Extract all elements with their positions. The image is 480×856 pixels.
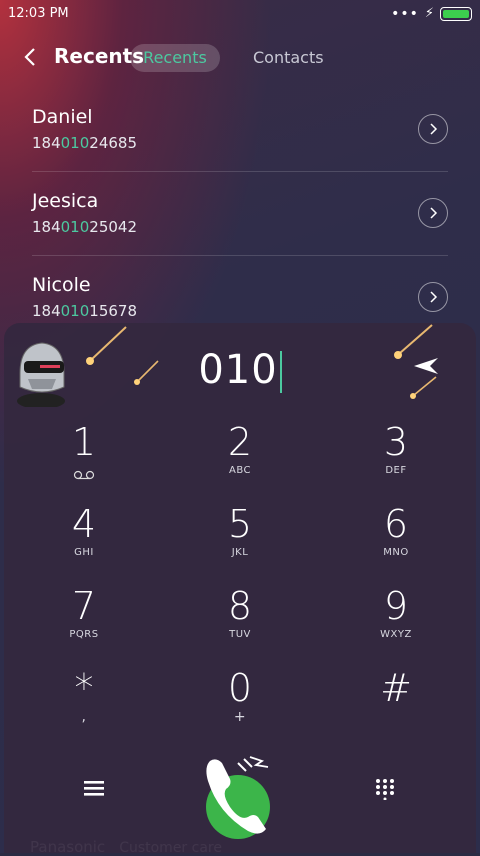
chevron-right-icon bbox=[430, 207, 438, 219]
number-prefix: 184 bbox=[32, 302, 61, 320]
key-letters: + bbox=[233, 709, 247, 725]
header: Recents Recents Contacts bbox=[0, 30, 480, 86]
contact-name: Daniel bbox=[32, 106, 93, 128]
status-bar: 12:03 PM ••• ⚡ bbox=[0, 0, 480, 28]
number-prefix: 184 bbox=[32, 134, 61, 152]
key-letters: JKL bbox=[231, 547, 249, 558]
list-item[interactable]: Jeesica 18401025042 bbox=[0, 172, 480, 256]
key-digit: * bbox=[74, 666, 94, 710]
dialpad-icon[interactable] bbox=[374, 778, 396, 800]
key-digit: 4 bbox=[71, 502, 97, 546]
dialed-number-display[interactable]: 010 bbox=[4, 347, 476, 393]
number-suffix: 15678 bbox=[89, 302, 137, 320]
key-digit: # bbox=[380, 666, 412, 710]
key-6[interactable]: 6 MNO bbox=[336, 501, 456, 581]
text-caret bbox=[279, 351, 282, 393]
details-button[interactable] bbox=[418, 282, 448, 312]
key-digit: 1 bbox=[71, 420, 97, 464]
number-suffix: 25042 bbox=[89, 218, 137, 236]
recents-list: Daniel 18401024685 Jeesica 18401025042 N… bbox=[0, 88, 480, 340]
key-5[interactable]: 5 JKL bbox=[180, 501, 300, 581]
battery-icon bbox=[440, 7, 472, 21]
details-button[interactable] bbox=[418, 198, 448, 228]
contact-number: 18401015678 bbox=[32, 302, 137, 320]
key-digit: 5 bbox=[227, 502, 253, 546]
key-8[interactable]: 8 TUV bbox=[180, 583, 300, 663]
key-letters: , bbox=[81, 709, 87, 725]
number-match: 010 bbox=[60, 218, 90, 236]
contact-name: Jeesica bbox=[32, 190, 99, 212]
key-digit: 3 bbox=[383, 420, 409, 464]
details-button[interactable] bbox=[418, 114, 448, 144]
contact-number: 18401024685 bbox=[32, 134, 137, 152]
dialed-number: 010 bbox=[198, 347, 278, 393]
key-letters: TUV bbox=[229, 629, 251, 640]
key-7[interactable]: 7 PQRS bbox=[24, 583, 144, 663]
number-prefix: 184 bbox=[32, 218, 61, 236]
key-digit: 2 bbox=[227, 420, 253, 464]
key-letters: DEF bbox=[385, 465, 407, 476]
key-digit: 0 bbox=[227, 666, 253, 710]
key-2[interactable]: 2 ABC bbox=[180, 419, 300, 499]
key-hash[interactable]: # bbox=[336, 665, 456, 745]
dialpad-panel: 010 1 2 ABC 3 DEF 4 GHI 5 JKL 6 MNO 7 PQ… bbox=[4, 323, 476, 853]
key-letters: PQRS bbox=[69, 629, 99, 640]
phone-call-icon[interactable] bbox=[200, 751, 280, 839]
number-match: 010 bbox=[60, 134, 90, 152]
key-star[interactable]: * , bbox=[24, 665, 144, 745]
key-4[interactable]: 4 GHI bbox=[24, 501, 144, 581]
number-match: 010 bbox=[60, 302, 90, 320]
status-icons: ••• ⚡ bbox=[391, 0, 472, 28]
charging-bolt-icon: ⚡ bbox=[424, 6, 434, 21]
menu-icon[interactable] bbox=[82, 778, 106, 798]
key-letters: WXYZ bbox=[380, 629, 412, 640]
signal-dots-icon: ••• bbox=[391, 6, 419, 22]
status-time: 12:03 PM bbox=[8, 6, 69, 21]
key-1[interactable]: 1 bbox=[24, 419, 144, 499]
number-suffix: 24685 bbox=[89, 134, 137, 152]
chevron-right-icon bbox=[430, 123, 438, 135]
key-letters: ABC bbox=[228, 465, 251, 476]
key-3[interactable]: 3 DEF bbox=[336, 419, 456, 499]
key-digit: 8 bbox=[227, 584, 253, 628]
tab-recents[interactable]: Recents bbox=[130, 44, 220, 72]
contact-name: Nicole bbox=[32, 274, 91, 296]
key-digit: 6 bbox=[383, 502, 409, 546]
key-digit: 7 bbox=[71, 584, 97, 628]
key-9[interactable]: 9 WXYZ bbox=[336, 583, 456, 663]
key-letters: MNO bbox=[383, 547, 409, 558]
voicemail-icon bbox=[73, 470, 95, 480]
contact-number: 18401025042 bbox=[32, 218, 137, 236]
key-0[interactable]: 0 + bbox=[180, 665, 300, 745]
key-digit: 9 bbox=[383, 584, 409, 628]
back-button[interactable] bbox=[18, 42, 42, 72]
key-letters: GHI bbox=[74, 547, 94, 558]
chevron-right-icon bbox=[430, 291, 438, 303]
list-item[interactable]: Daniel 18401024685 bbox=[0, 88, 480, 172]
tab-contacts[interactable]: Contacts bbox=[253, 44, 324, 72]
back-arrow-icon bbox=[24, 48, 35, 66]
